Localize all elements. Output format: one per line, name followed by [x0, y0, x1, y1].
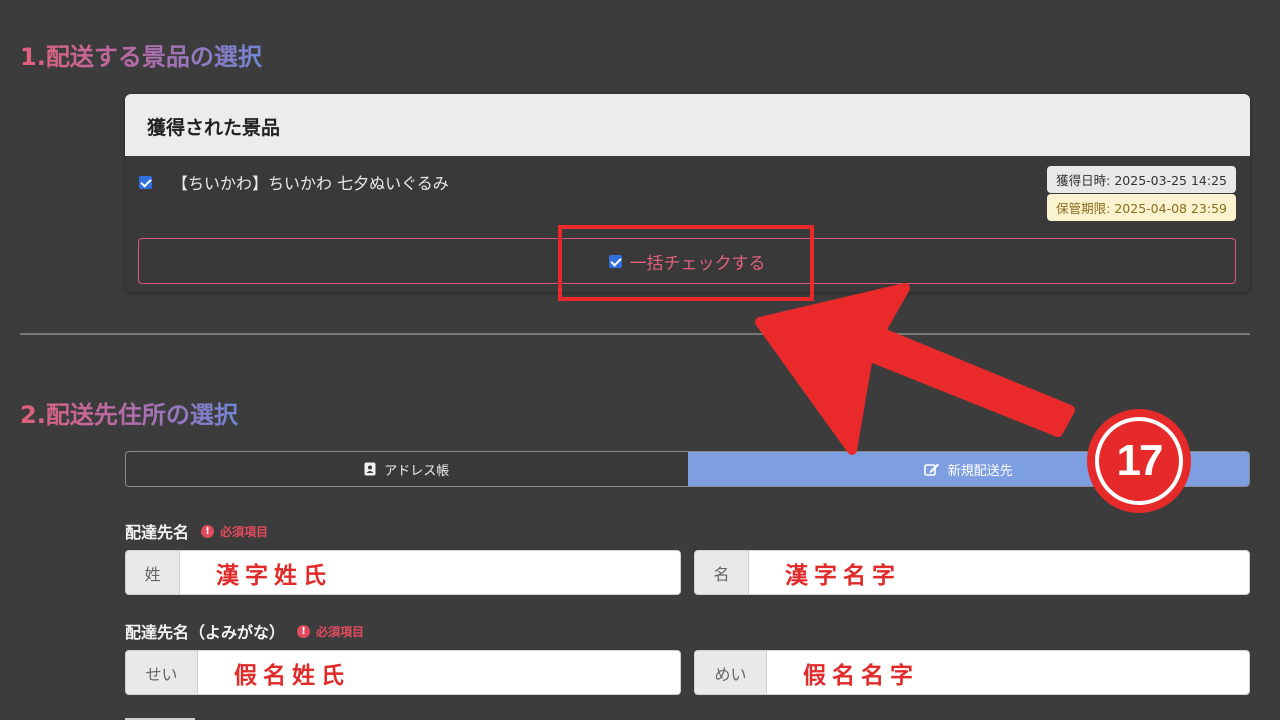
last-name-input[interactable]: 漢字姓氏 [180, 551, 680, 594]
tab-new-address-label: 新規配送先 [947, 463, 1013, 479]
section1-title: 1.配送する景品の選択 [20, 37, 262, 72]
first-name-kana-addon: めい [695, 651, 767, 694]
first-name-input[interactable]: 漢字名字 [749, 551, 1249, 594]
prize-card-header: 獲得された景品 [125, 94, 1250, 156]
first-name-field[interactable]: 名 漢字名字 [694, 550, 1250, 595]
last-name-kana-field[interactable]: せい 假名姓氏 [125, 650, 681, 695]
step-number: 17 [1099, 421, 1179, 501]
tab-address-book-label: アドレス帳 [384, 463, 450, 479]
recipient-name-label-text: 配達先名 [125, 523, 190, 542]
expiry-date-badge: 保管期限: 2025-04-08 23:59 [1047, 194, 1236, 221]
prize-checkbox[interactable] [139, 175, 152, 189]
next-field-label-cutoff [125, 712, 203, 720]
first-name-addon: 名 [695, 551, 749, 594]
last-name-addon: 姓 [126, 551, 180, 594]
acquired-date-badge: 獲得日時: 2025-03-25 14:25 [1047, 166, 1236, 193]
address-tabs: アドレス帳 新規配送先 [125, 451, 1250, 487]
last-name-kana-input[interactable]: 假名姓氏 [198, 651, 680, 694]
recipient-kana-label-text: 配達先名（よみがな） [125, 623, 286, 642]
last-name-field[interactable]: 姓 漢字姓氏 [125, 550, 681, 595]
prize-item: 【ちいかわ】ちいかわ 七夕ぬいぐるみ [139, 170, 449, 194]
exclamation-icon: ! [297, 624, 311, 638]
required-text: 必須項目 [220, 524, 269, 539]
address-book-icon [364, 462, 376, 476]
last-name-kana-addon: せい [126, 651, 198, 694]
first-name-kana-input[interactable]: 假名名字 [767, 651, 1249, 694]
step-number-badge: 17 [1087, 409, 1191, 513]
edit-icon [923, 462, 940, 477]
first-name-kana-field[interactable]: めい 假名名字 [694, 650, 1250, 695]
section2-title: 2.配送先住所の選択 [20, 395, 238, 430]
prize-name: 【ちいかわ】ちいかわ 七夕ぬいぐるみ [172, 174, 449, 193]
annotation-arrow-icon [755, 283, 1075, 455]
exclamation-icon: ! [201, 524, 215, 538]
recipient-name-label: 配達先名 ! 必須項目 [125, 519, 268, 543]
required-text: 必須項目 [316, 624, 365, 639]
required-indicator: ! 必須項目 [297, 623, 364, 640]
tab-address-book[interactable]: アドレス帳 [126, 452, 688, 486]
step-badge-ring: 17 [1095, 417, 1183, 505]
required-indicator: ! 必須項目 [201, 523, 268, 540]
recipient-kana-label: 配達先名（よみがな） ! 必須項目 [125, 619, 364, 643]
